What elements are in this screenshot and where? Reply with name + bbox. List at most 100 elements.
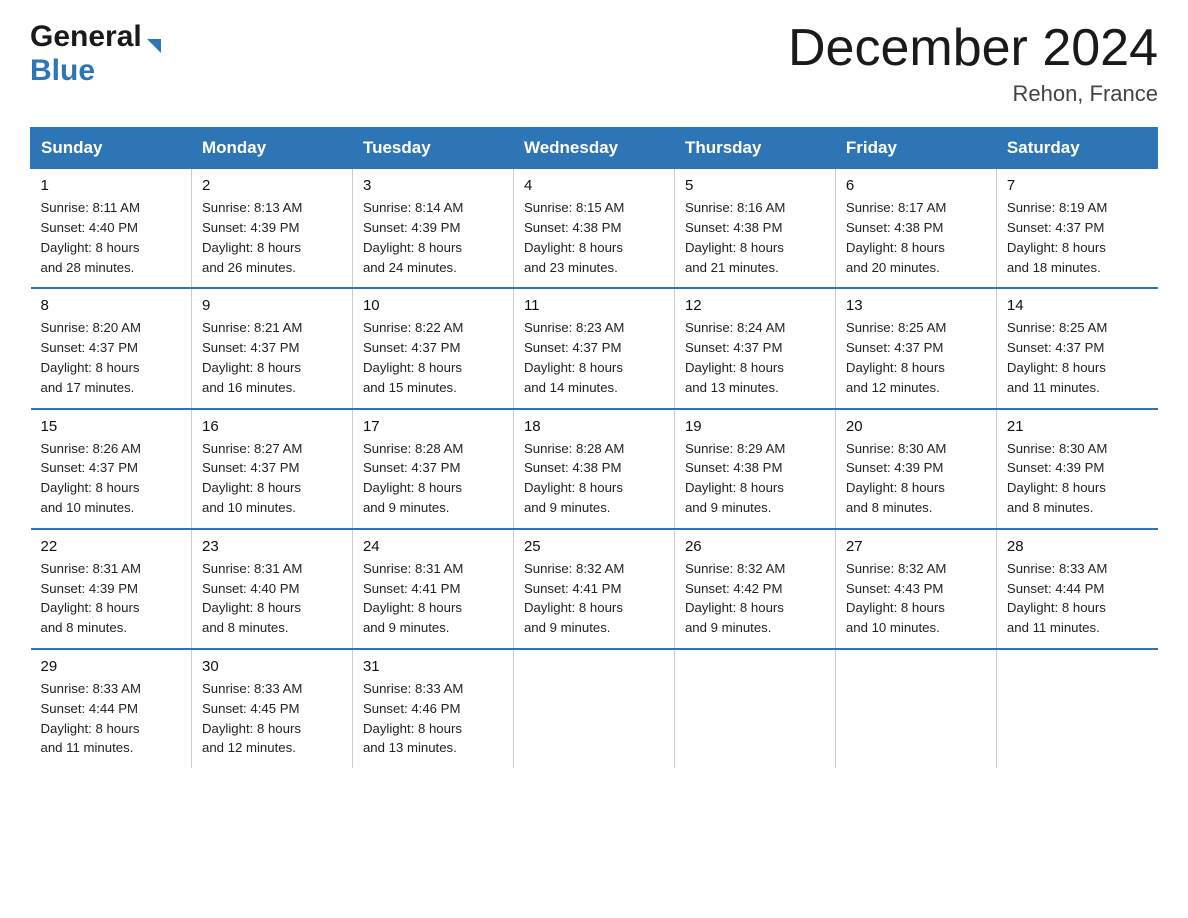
day-info: Sunrise: 8:30 AM Sunset: 4:39 PM Dayligh… — [1007, 439, 1148, 518]
calendar-day-cell: 24 Sunrise: 8:31 AM Sunset: 4:41 PM Dayl… — [352, 529, 513, 649]
day-number: 6 — [846, 177, 986, 194]
day-info: Sunrise: 8:20 AM Sunset: 4:37 PM Dayligh… — [41, 318, 181, 397]
day-number: 5 — [685, 177, 825, 194]
calendar-week-row: 22 Sunrise: 8:31 AM Sunset: 4:39 PM Dayl… — [31, 529, 1158, 649]
calendar-day-cell: 28 Sunrise: 8:33 AM Sunset: 4:44 PM Dayl… — [996, 529, 1157, 649]
calendar-day-cell: 8 Sunrise: 8:20 AM Sunset: 4:37 PM Dayli… — [31, 288, 192, 408]
calendar-week-row: 29 Sunrise: 8:33 AM Sunset: 4:44 PM Dayl… — [31, 649, 1158, 768]
calendar-day-cell: 22 Sunrise: 8:31 AM Sunset: 4:39 PM Dayl… — [31, 529, 192, 649]
day-number: 19 — [685, 418, 825, 435]
location: Rehon, France — [788, 81, 1158, 107]
day-number: 12 — [685, 297, 825, 314]
calendar-week-row: 8 Sunrise: 8:20 AM Sunset: 4:37 PM Dayli… — [31, 288, 1158, 408]
calendar-day-cell: 29 Sunrise: 8:33 AM Sunset: 4:44 PM Dayl… — [31, 649, 192, 768]
day-info: Sunrise: 8:33 AM Sunset: 4:44 PM Dayligh… — [41, 679, 181, 758]
calendar-day-cell — [996, 649, 1157, 768]
day-info: Sunrise: 8:29 AM Sunset: 4:38 PM Dayligh… — [685, 439, 825, 518]
calendar-day-header: Friday — [835, 128, 996, 169]
calendar-day-header: Tuesday — [352, 128, 513, 169]
day-info: Sunrise: 8:11 AM Sunset: 4:40 PM Dayligh… — [41, 198, 181, 277]
day-info: Sunrise: 8:13 AM Sunset: 4:39 PM Dayligh… — [202, 198, 342, 277]
calendar-day-cell: 16 Sunrise: 8:27 AM Sunset: 4:37 PM Dayl… — [191, 409, 352, 529]
day-info: Sunrise: 8:25 AM Sunset: 4:37 PM Dayligh… — [846, 318, 986, 397]
calendar-day-cell: 31 Sunrise: 8:33 AM Sunset: 4:46 PM Dayl… — [352, 649, 513, 768]
calendar-day-cell: 25 Sunrise: 8:32 AM Sunset: 4:41 PM Dayl… — [513, 529, 674, 649]
page-header: General Blue December 2024 Rehon, France — [30, 20, 1158, 107]
day-number: 9 — [202, 297, 342, 314]
day-number: 28 — [1007, 538, 1148, 555]
calendar-day-cell — [674, 649, 835, 768]
logo-general-text: General — [30, 20, 142, 54]
day-number: 26 — [685, 538, 825, 555]
day-info: Sunrise: 8:19 AM Sunset: 4:37 PM Dayligh… — [1007, 198, 1148, 277]
calendar-day-cell: 20 Sunrise: 8:30 AM Sunset: 4:39 PM Dayl… — [835, 409, 996, 529]
day-number: 29 — [41, 658, 181, 675]
calendar-day-cell: 13 Sunrise: 8:25 AM Sunset: 4:37 PM Dayl… — [835, 288, 996, 408]
day-info: Sunrise: 8:25 AM Sunset: 4:37 PM Dayligh… — [1007, 318, 1148, 397]
day-number: 14 — [1007, 297, 1148, 314]
day-number: 2 — [202, 177, 342, 194]
day-number: 21 — [1007, 418, 1148, 435]
calendar-day-header: Sunday — [31, 128, 192, 169]
day-number: 24 — [363, 538, 503, 555]
calendar-day-cell: 26 Sunrise: 8:32 AM Sunset: 4:42 PM Dayl… — [674, 529, 835, 649]
day-number: 17 — [363, 418, 503, 435]
calendar-day-cell: 15 Sunrise: 8:26 AM Sunset: 4:37 PM Dayl… — [31, 409, 192, 529]
day-number: 31 — [363, 658, 503, 675]
calendar-day-cell: 14 Sunrise: 8:25 AM Sunset: 4:37 PM Dayl… — [996, 288, 1157, 408]
day-info: Sunrise: 8:30 AM Sunset: 4:39 PM Dayligh… — [846, 439, 986, 518]
calendar-day-cell: 27 Sunrise: 8:32 AM Sunset: 4:43 PM Dayl… — [835, 529, 996, 649]
calendar-table: SundayMondayTuesdayWednesdayThursdayFrid… — [30, 127, 1158, 768]
day-number: 22 — [41, 538, 181, 555]
calendar-day-cell: 12 Sunrise: 8:24 AM Sunset: 4:37 PM Dayl… — [674, 288, 835, 408]
day-info: Sunrise: 8:15 AM Sunset: 4:38 PM Dayligh… — [524, 198, 664, 277]
day-number: 4 — [524, 177, 664, 194]
day-info: Sunrise: 8:27 AM Sunset: 4:37 PM Dayligh… — [202, 439, 342, 518]
day-info: Sunrise: 8:31 AM Sunset: 4:41 PM Dayligh… — [363, 559, 503, 638]
day-number: 27 — [846, 538, 986, 555]
calendar-day-cell: 4 Sunrise: 8:15 AM Sunset: 4:38 PM Dayli… — [513, 169, 674, 289]
day-info: Sunrise: 8:17 AM Sunset: 4:38 PM Dayligh… — [846, 198, 986, 277]
day-number: 1 — [41, 177, 181, 194]
calendar-day-cell: 30 Sunrise: 8:33 AM Sunset: 4:45 PM Dayl… — [191, 649, 352, 768]
day-number: 30 — [202, 658, 342, 675]
day-info: Sunrise: 8:28 AM Sunset: 4:37 PM Dayligh… — [363, 439, 503, 518]
day-number: 10 — [363, 297, 503, 314]
day-info: Sunrise: 8:31 AM Sunset: 4:40 PM Dayligh… — [202, 559, 342, 638]
day-info: Sunrise: 8:32 AM Sunset: 4:42 PM Dayligh… — [685, 559, 825, 638]
day-info: Sunrise: 8:14 AM Sunset: 4:39 PM Dayligh… — [363, 198, 503, 277]
day-number: 20 — [846, 418, 986, 435]
calendar-day-cell: 11 Sunrise: 8:23 AM Sunset: 4:37 PM Dayl… — [513, 288, 674, 408]
day-info: Sunrise: 8:23 AM Sunset: 4:37 PM Dayligh… — [524, 318, 664, 397]
calendar-day-cell: 21 Sunrise: 8:30 AM Sunset: 4:39 PM Dayl… — [996, 409, 1157, 529]
calendar-day-cell: 3 Sunrise: 8:14 AM Sunset: 4:39 PM Dayli… — [352, 169, 513, 289]
calendar-day-cell — [513, 649, 674, 768]
day-info: Sunrise: 8:33 AM Sunset: 4:45 PM Dayligh… — [202, 679, 342, 758]
calendar-day-cell: 5 Sunrise: 8:16 AM Sunset: 4:38 PM Dayli… — [674, 169, 835, 289]
day-number: 25 — [524, 538, 664, 555]
day-number: 8 — [41, 297, 181, 314]
month-title: December 2024 — [788, 20, 1158, 77]
calendar-week-row: 15 Sunrise: 8:26 AM Sunset: 4:37 PM Dayl… — [31, 409, 1158, 529]
day-info: Sunrise: 8:28 AM Sunset: 4:38 PM Dayligh… — [524, 439, 664, 518]
day-number: 16 — [202, 418, 342, 435]
calendar-day-header: Thursday — [674, 128, 835, 169]
day-number: 15 — [41, 418, 181, 435]
calendar-week-row: 1 Sunrise: 8:11 AM Sunset: 4:40 PM Dayli… — [31, 169, 1158, 289]
calendar-day-cell: 18 Sunrise: 8:28 AM Sunset: 4:38 PM Dayl… — [513, 409, 674, 529]
calendar-day-cell: 2 Sunrise: 8:13 AM Sunset: 4:39 PM Dayli… — [191, 169, 352, 289]
day-info: Sunrise: 8:16 AM Sunset: 4:38 PM Dayligh… — [685, 198, 825, 277]
day-number: 7 — [1007, 177, 1148, 194]
day-number: 3 — [363, 177, 503, 194]
calendar-day-cell: 1 Sunrise: 8:11 AM Sunset: 4:40 PM Dayli… — [31, 169, 192, 289]
calendar-day-header: Monday — [191, 128, 352, 169]
day-info: Sunrise: 8:26 AM Sunset: 4:37 PM Dayligh… — [41, 439, 181, 518]
calendar-day-header: Saturday — [996, 128, 1157, 169]
calendar-day-cell: 7 Sunrise: 8:19 AM Sunset: 4:37 PM Dayli… — [996, 169, 1157, 289]
calendar-day-header: Wednesday — [513, 128, 674, 169]
day-info: Sunrise: 8:21 AM Sunset: 4:37 PM Dayligh… — [202, 318, 342, 397]
day-number: 18 — [524, 418, 664, 435]
calendar-day-cell: 19 Sunrise: 8:29 AM Sunset: 4:38 PM Dayl… — [674, 409, 835, 529]
calendar-day-cell — [835, 649, 996, 768]
calendar-day-cell: 10 Sunrise: 8:22 AM Sunset: 4:37 PM Dayl… — [352, 288, 513, 408]
